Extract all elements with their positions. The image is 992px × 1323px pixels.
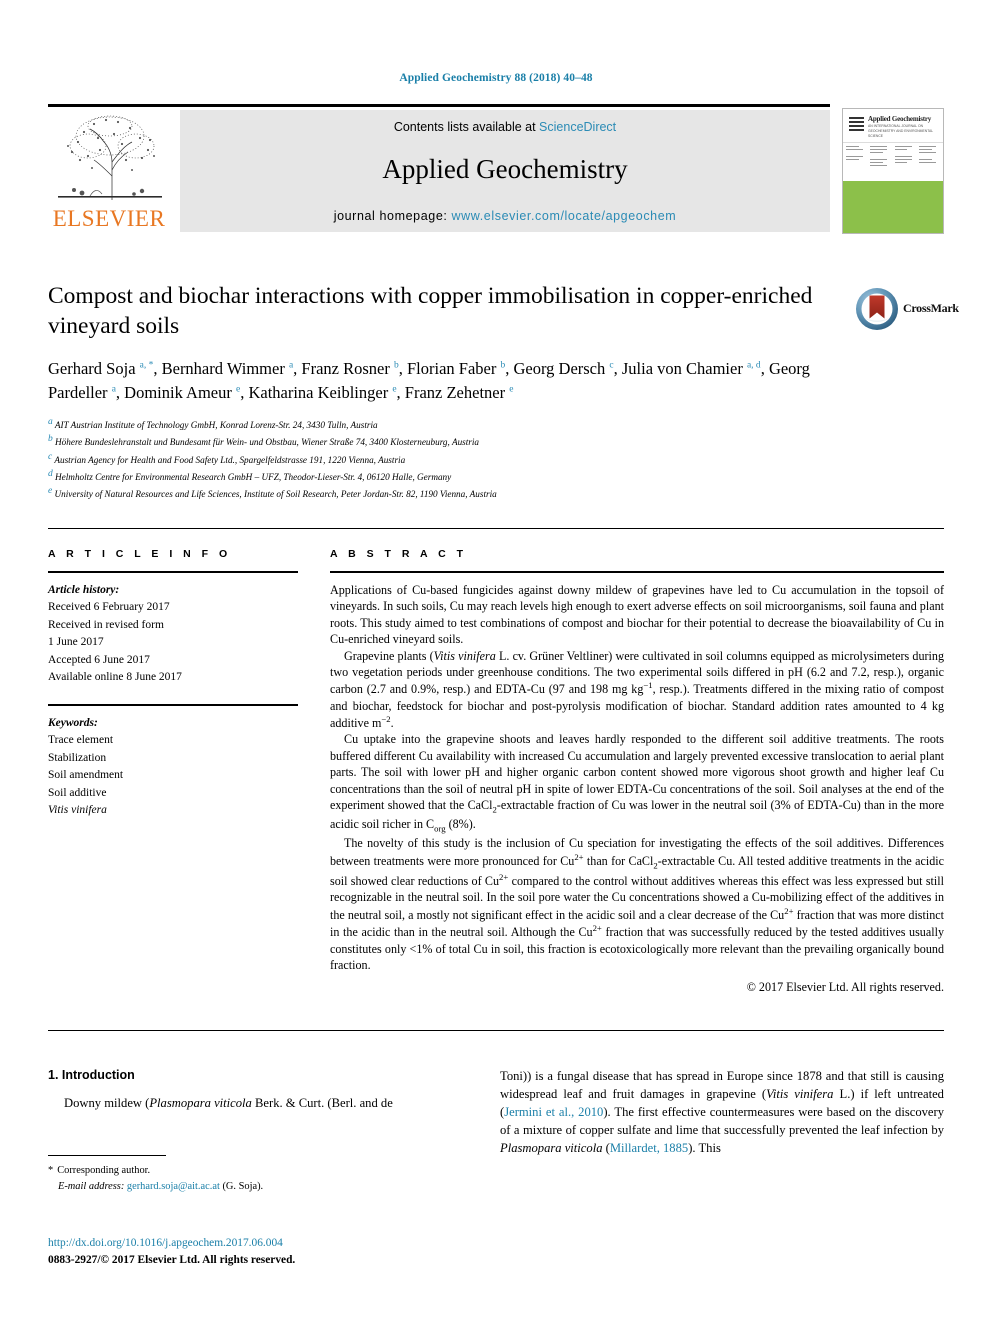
elsevier-logo: ELSEVIER [48, 110, 170, 232]
cover-header: Applied Geochemistry AN INTERNATIONAL JO… [843, 109, 943, 143]
cover-journal-subtitle: AN INTERNATIONAL JOURNAL ON GEOCHEMISTRY… [868, 124, 934, 139]
crossmark-icon [855, 287, 899, 331]
abstract-rule [330, 571, 944, 573]
affiliation-item: c Austrian Agency for Health and Food Sa… [48, 450, 818, 467]
doi-link[interactable]: http://dx.doi.org/10.1016/j.apgeochem.20… [48, 1235, 478, 1252]
section-heading-introduction: 1. Introduction [48, 1068, 135, 1082]
footnote-rule [48, 1155, 166, 1156]
keyword-item: Stabilization [48, 751, 107, 764]
corresponding-author-footnote: * Corresponding author. E-mail address: g… [48, 1155, 478, 1194]
crossmark-badge[interactable]: CrossMark [855, 285, 959, 337]
keyword-item: Trace element [48, 734, 114, 747]
affiliation-item: e University of Natural Resources and Li… [48, 484, 818, 501]
affiliation-text: AIT Austrian Institute of Technology Gmb… [54, 420, 378, 431]
abstract-bottom-rule [48, 1030, 944, 1031]
keyword-item: Soil additive [48, 786, 107, 799]
cover-contents-lines [843, 143, 943, 181]
page-title: Compost and biochar interactions with co… [48, 283, 813, 339]
author-list: Gerhard Soja a, *, Bernhard Wimmer a, Fr… [48, 359, 810, 402]
cover-logo-icon [849, 116, 864, 131]
abstract-paragraph: Grapevine plants (Vitis vinifera L. cv. … [330, 648, 944, 731]
affiliation-item: d Helmholtz Centre for Environmental Res… [48, 467, 818, 484]
body-paragraph: Downy mildew (Plasmopara viticola Berk. … [64, 1096, 393, 1110]
article-history-item: Received in revised form [48, 618, 164, 631]
imprint-block: http://dx.doi.org/10.1016/j.apgeochem.20… [48, 1235, 478, 1268]
article-history-item: Available online 8 June 2017 [48, 671, 182, 684]
affiliation-item: a AIT Austrian Institute of Technology G… [48, 415, 818, 432]
affiliation-list: a AIT Austrian Institute of Technology G… [48, 415, 818, 502]
elsevier-tree-icon [54, 112, 166, 204]
affiliation-text: Austrian Agency for Health and Food Safe… [54, 454, 406, 465]
article-history-item: Received 6 February 2017 [48, 601, 170, 614]
running-head: Applied Geochemistry 88 (2018) 40–48 [399, 72, 593, 84]
abstract-paragraph: Applications of Cu-based fungicides agai… [330, 583, 944, 647]
journal-masthead: ELSEVIER Contents lists available at Sci… [48, 104, 944, 234]
abstract-copyright: © 2017 Elsevier Ltd. All rights reserved… [746, 980, 944, 995]
keyword-item: Vitis vinifera [48, 804, 107, 817]
journal-homepage-line: journal homepage: www.elsevier.com/locat… [180, 209, 830, 223]
email-address-label: E-mail address: [58, 1180, 125, 1192]
abstract-heading: A B S T R A C T [330, 548, 467, 560]
contents-available-line: Contents lists available at ScienceDirec… [180, 120, 830, 134]
cover-journal-title: Applied Geochemistry [868, 115, 932, 123]
issn-copyright-line: 0883-2927/© 2017 Elsevier Ltd. All right… [48, 1253, 296, 1266]
email-link[interactable]: gerhard.soja@ait.ac.at [127, 1181, 220, 1192]
title-and-authors: Compost and biochar interactions with co… [48, 282, 818, 502]
article-history-label: Article history: [48, 584, 120, 596]
body-column-left: 1. Introduction Downy mildew (Plasmopara… [48, 1068, 478, 1113]
affiliation-mark: a [48, 417, 53, 428]
journal-title: Applied Geochemistry [382, 154, 628, 184]
keyword-item: Soil amendment [48, 769, 124, 782]
crossmark-label: CrossMark [903, 301, 959, 315]
elsevier-wordmark: ELSEVIER [52, 206, 166, 231]
footnote-email-line: E-mail address: gerhard.soja@ait.ac.at (… [48, 1179, 478, 1195]
journal-cover-thumbnail: Applied Geochemistry AN INTERNATIONAL JO… [842, 108, 944, 234]
corresponding-author-text: Corresponding author. [57, 1165, 151, 1176]
affiliation-mark: e [48, 486, 53, 497]
abstract-panel: A B S T R A C T Applications of Cu-based… [330, 548, 944, 995]
affiliation-text: University of Natural Resources and Life… [54, 489, 497, 500]
footnote-corresponding-line: * Corresponding author. [48, 1163, 478, 1179]
article-info-rule [48, 571, 298, 573]
asterisk-icon: * [48, 1165, 54, 1176]
email-owner: (G. Soja). [222, 1180, 264, 1192]
article-info-panel: A R T I C L E I N F O Article history: R… [48, 548, 298, 820]
article-history-item: 1 June 2017 [48, 636, 104, 649]
info-section-top-rule [48, 528, 944, 529]
keywords-label: Keywords: [48, 716, 98, 729]
affiliation-text: Höhere Bundeslehranstalt und Bundesamt f… [55, 437, 480, 448]
journal-homepage-link[interactable]: www.elsevier.com/locate/apgeochem [452, 209, 677, 223]
abstract-paragraph: The novelty of this study is the inclusi… [330, 836, 944, 972]
body-column-right: Toni)) is a fungal disease that has spre… [500, 1068, 944, 1157]
affiliation-mark: c [48, 451, 53, 462]
contents-panel: Contents lists available at ScienceDirec… [180, 110, 830, 232]
homepage-prefix: journal homepage: [333, 209, 452, 223]
abstract-paragraph: Cu uptake into the grapevine shoots and … [330, 732, 944, 834]
affiliation-item: b Höhere Bundeslehranstalt und Bundesamt… [48, 432, 818, 449]
keywords-rule [48, 703, 298, 706]
contents-prefix: Contents lists available at [393, 120, 540, 134]
masthead-top-rule [48, 104, 830, 107]
article-info-heading: A R T I C L E I N F O [48, 548, 232, 560]
body-paragraph: Toni)) is a fungal disease that has spre… [500, 1069, 944, 1155]
affiliation-text: Helmholtz Centre for Environmental Resea… [55, 472, 452, 483]
affiliation-mark: b [48, 434, 53, 445]
article-history-item: Accepted 6 June 2017 [48, 653, 150, 666]
affiliation-mark: d [48, 469, 53, 479]
sciencedirect-link[interactable]: ScienceDirect [539, 120, 616, 134]
